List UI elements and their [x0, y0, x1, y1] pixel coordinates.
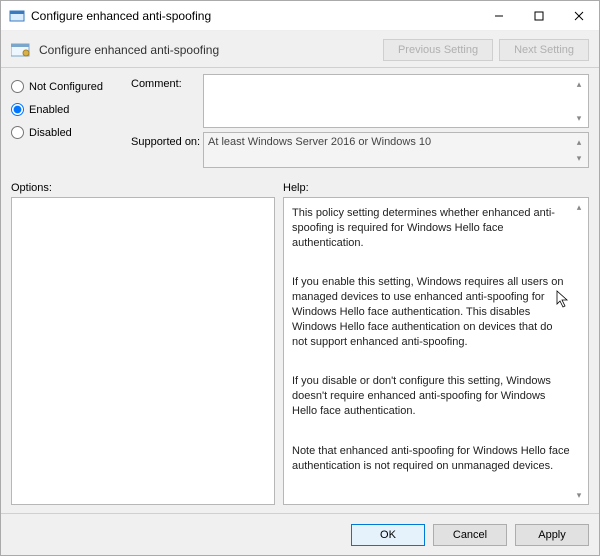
- help-paragraph: If you disable or don't configure this s…: [292, 374, 570, 419]
- footer: OK Cancel Apply: [1, 513, 599, 555]
- help-label: Help:: [283, 182, 309, 194]
- chevron-up-icon[interactable]: ▴: [572, 200, 586, 214]
- radio-disabled-input[interactable]: [11, 126, 24, 139]
- supported-on-label: Supported on:: [131, 132, 203, 168]
- pane-labels: Options: Help:: [1, 172, 599, 197]
- chevron-up-icon[interactable]: ▴: [572, 135, 586, 149]
- help-paragraph: This policy setting determines whether e…: [292, 206, 570, 251]
- window-title: Configure enhanced anti-spoofing: [31, 9, 479, 23]
- options-pane: [11, 197, 275, 505]
- chevron-down-icon[interactable]: ▾: [572, 151, 586, 165]
- radio-enabled-input[interactable]: [11, 103, 24, 116]
- cancel-button[interactable]: Cancel: [433, 524, 507, 546]
- radio-not-configured[interactable]: Not Configured: [11, 80, 131, 93]
- radio-enabled-label: Enabled: [29, 104, 69, 116]
- state-radio-group: Not Configured Enabled Disabled: [11, 74, 131, 172]
- options-label: Options:: [11, 182, 283, 194]
- help-pane: This policy setting determines whether e…: [283, 197, 589, 505]
- supported-on-value: At least Windows Server 2016 or Windows …: [208, 136, 431, 148]
- chevron-down-icon[interactable]: ▾: [572, 111, 586, 125]
- radio-disabled[interactable]: Disabled: [11, 126, 131, 139]
- comment-input[interactable]: ▴ ▾: [203, 74, 589, 128]
- ok-button[interactable]: OK: [351, 524, 425, 546]
- previous-setting-button[interactable]: Previous Setting: [383, 39, 493, 61]
- help-paragraph: Note that enhanced anti-spoofing for Win…: [292, 444, 570, 474]
- panes: This policy setting determines whether e…: [1, 197, 599, 513]
- help-paragraph: If you enable this setting, Windows requ…: [292, 275, 570, 349]
- config-area: Not Configured Enabled Disabled Comment:…: [1, 68, 599, 172]
- maximize-button[interactable]: [519, 1, 559, 31]
- comment-label: Comment:: [131, 74, 203, 128]
- supported-on-field: At least Windows Server 2016 or Windows …: [203, 132, 589, 168]
- radio-not-configured-label: Not Configured: [29, 81, 103, 93]
- chevron-down-icon[interactable]: ▾: [572, 488, 586, 502]
- titlebar: Configure enhanced anti-spoofing: [1, 1, 599, 31]
- fields-column: Comment: ▴ ▾ Supported on: At least Wind…: [131, 74, 589, 172]
- radio-not-configured-input[interactable]: [11, 80, 24, 93]
- next-setting-button[interactable]: Next Setting: [499, 39, 589, 61]
- radio-disabled-label: Disabled: [29, 127, 72, 139]
- close-button[interactable]: [559, 1, 599, 31]
- radio-enabled[interactable]: Enabled: [11, 103, 131, 116]
- apply-button[interactable]: Apply: [515, 524, 589, 546]
- minimize-button[interactable]: [479, 1, 519, 31]
- chevron-up-icon[interactable]: ▴: [572, 77, 586, 91]
- page-title: Configure enhanced anti-spoofing: [39, 43, 377, 57]
- policy-icon: [11, 42, 31, 58]
- app-icon: [9, 8, 25, 24]
- header: Configure enhanced anti-spoofing Previou…: [1, 31, 599, 68]
- policy-editor-window: Configure enhanced anti-spoofing Configu…: [0, 0, 600, 556]
